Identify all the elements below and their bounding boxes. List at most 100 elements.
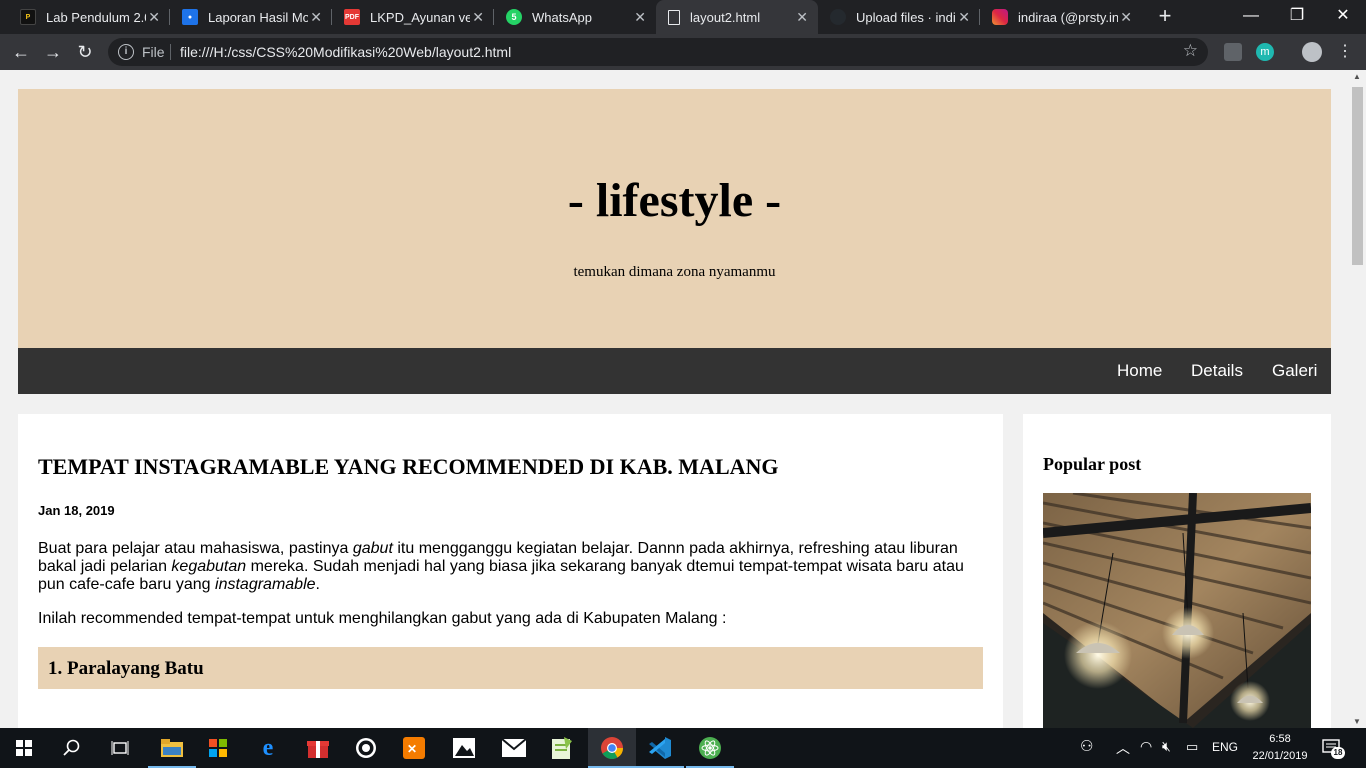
vertical-scrollbar[interactable]: ▲ ▼ <box>1349 70 1366 728</box>
clock-time: 6:58 <box>1269 733 1291 745</box>
tab-github-upload[interactable]: Upload files · indir ✕ <box>818 0 980 34</box>
mail-icon[interactable] <box>490 728 538 768</box>
close-icon[interactable]: ✕ <box>958 9 970 26</box>
post-title: TEMPAT INSTAGRAMABLE YANG RECOMMENDED DI… <box>38 454 779 479</box>
tab-lab-pendulum[interactable]: P Lab Pendulum 2.0 ✕ <box>8 0 170 34</box>
nav-link-galeri[interactable]: Galeri <box>1272 361 1317 381</box>
sidebar-heading: Popular post <box>1043 454 1142 474</box>
url-text[interactable]: file:///H:/css/CSS%20Modifikasi%20Web/la… <box>180 44 511 60</box>
start-icon[interactable] <box>0 728 48 768</box>
tab-lkpd[interactable]: PDF LKPD_Ayunan vers ✕ <box>332 0 494 34</box>
italic-text: kegabutan <box>171 558 247 575</box>
popular-post-image[interactable] <box>1043 493 1311 728</box>
info-icon[interactable]: i <box>118 44 134 60</box>
search-icon[interactable] <box>48 728 96 768</box>
forward-button[interactable]: → <box>40 39 66 65</box>
scroll-down-arrow-icon[interactable]: ▼ <box>1353 717 1361 726</box>
file-explorer-icon[interactable] <box>148 728 196 768</box>
instagram-icon <box>992 9 1008 25</box>
post-card: TEMPAT INSTAGRAMABLE YANG RECOMMENDED DI… <box>18 414 1003 728</box>
omnibox-divider <box>170 44 171 60</box>
address-bar[interactable]: i File file:///H:/css/CSS%20Modifikasi%2… <box>108 38 1208 66</box>
atom-icon[interactable] <box>686 728 734 768</box>
site-title: - lifestyle - <box>567 174 782 227</box>
battery-icon[interactable]: ▭ <box>1186 739 1198 755</box>
text-run: Buat para pelajar atau mahasiswa, pastin… <box>38 540 353 557</box>
chevron-up-icon[interactable]: ︿ <box>1116 738 1130 758</box>
notification-count: 18 <box>1331 747 1345 759</box>
vscode-icon[interactable] <box>636 728 684 768</box>
people-icon[interactable]: ⚇ <box>1080 737 1093 755</box>
tab-title: Upload files · indir <box>856 9 956 25</box>
reload-button[interactable]: ↻ <box>72 39 98 65</box>
store-icon[interactable] <box>194 728 242 768</box>
post-paragraph-2: Inilah recommended tempat-tempat untuk m… <box>38 610 727 627</box>
browser-toolbar: ← → ↻ i File file:///H:/css/CSS%20Modifi… <box>0 34 1366 70</box>
whatsapp-icon[interactable] <box>342 728 390 768</box>
tab-title: layout2.html <box>690 9 761 25</box>
close-window-button[interactable]: ✕ <box>1320 0 1366 32</box>
scrollbar-thumb[interactable] <box>1352 87 1363 265</box>
tab-laporan[interactable]: ● Laporan Hasil Mod ✕ <box>170 0 332 34</box>
clock-date: 22/01/2019 <box>1252 750 1308 762</box>
pdf-icon: PDF <box>344 9 360 25</box>
extension-icon[interactable] <box>1224 43 1242 61</box>
language-indicator[interactable]: ENG <box>1212 740 1238 754</box>
profile-avatar-icon[interactable] <box>1302 42 1322 62</box>
edge-icon[interactable]: e <box>244 728 292 768</box>
notepadpp-icon[interactable] <box>538 728 586 768</box>
xampp-icon[interactable]: ✕ <box>390 728 438 768</box>
file-icon <box>668 9 680 25</box>
ceiling-lamps-photo <box>1043 493 1311 728</box>
action-center-icon[interactable]: 18 <box>1322 738 1345 759</box>
tab-whatsapp[interactable]: 5 WhatsApp ✕ <box>494 0 656 34</box>
site-nav: Home Details Galeri <box>18 348 1331 394</box>
tab-title: indiraa (@prsty.ind <box>1018 9 1118 25</box>
volume-mute-icon[interactable]: 🔇︎ <box>1162 738 1171 755</box>
nav-link-home[interactable]: Home <box>1117 361 1162 381</box>
svg-text:✕: ✕ <box>407 742 417 756</box>
tab-instagram[interactable]: indiraa (@prsty.ind ✕ <box>980 0 1142 34</box>
tab-strip: P Lab Pendulum 2.0 ✕ ● Laporan Hasil Mod… <box>0 0 1366 34</box>
nav-link-details[interactable]: Details <box>1191 361 1243 381</box>
windows-taskbar: e ✕ ⚇ ︿ ◠ 🔇︎ ▭ ENG 6:58 22/01/2019 18 <box>0 728 1366 768</box>
site-header: - lifestyle - temukan dimana zona nyaman… <box>18 89 1331 348</box>
close-icon[interactable]: ✕ <box>148 9 160 26</box>
phet-icon: P <box>20 9 36 25</box>
sidebar-card: Popular post <box>1023 414 1331 728</box>
close-icon[interactable]: ✕ <box>310 9 322 26</box>
italic-text: instagramable <box>215 576 316 593</box>
restore-button[interactable]: ❐ <box>1274 0 1320 32</box>
web-page: - lifestyle - temukan dimana zona nyaman… <box>0 70 1349 728</box>
minimize-button[interactable]: — <box>1228 0 1274 32</box>
post-subheading: 1. Paralayang Batu <box>38 647 983 689</box>
close-icon[interactable]: ✕ <box>634 9 646 26</box>
chrome-icon[interactable] <box>588 728 636 768</box>
text-run: . <box>315 576 320 593</box>
new-tab-button[interactable]: + <box>1152 4 1178 30</box>
tab-title: Lab Pendulum 2.0 <box>46 9 146 25</box>
italic-text: gabut <box>352 540 393 557</box>
site-tagline: temukan dimana zona nyamanmu <box>573 264 776 280</box>
menu-kebab-icon[interactable]: ⋮ <box>1332 39 1358 65</box>
tab-layout2[interactable]: layout2.html ✕ <box>656 0 818 34</box>
close-icon[interactable]: ✕ <box>1120 9 1132 26</box>
clock[interactable]: 6:58 22/01/2019 <box>1248 731 1312 765</box>
subheading-text: 1. Paralayang Batu <box>48 658 204 679</box>
tab-title: Laporan Hasil Mod <box>208 9 308 25</box>
whatsapp-icon: 5 <box>506 9 522 25</box>
photos-icon[interactable] <box>440 728 488 768</box>
wifi-icon[interactable]: ◠ <box>1140 738 1152 755</box>
post-date: Jan 18, 2019 <box>38 503 115 518</box>
close-icon[interactable]: ✕ <box>472 9 484 26</box>
post-paragraph-1: Buat para pelajar atau mahasiswa, pastin… <box>38 540 978 594</box>
scheme-label: File <box>142 44 165 60</box>
tab-title: WhatsApp <box>532 9 592 25</box>
scroll-up-arrow-icon[interactable]: ▲ <box>1353 72 1361 81</box>
gift-icon[interactable] <box>294 728 342 768</box>
extension-m-icon[interactable]: m <box>1256 43 1274 61</box>
close-icon[interactable]: ✕ <box>796 9 808 26</box>
task-view-icon[interactable] <box>96 728 144 768</box>
back-button[interactable]: ← <box>8 39 34 65</box>
bookmark-star-icon[interactable]: ☆ <box>1183 41 1198 61</box>
